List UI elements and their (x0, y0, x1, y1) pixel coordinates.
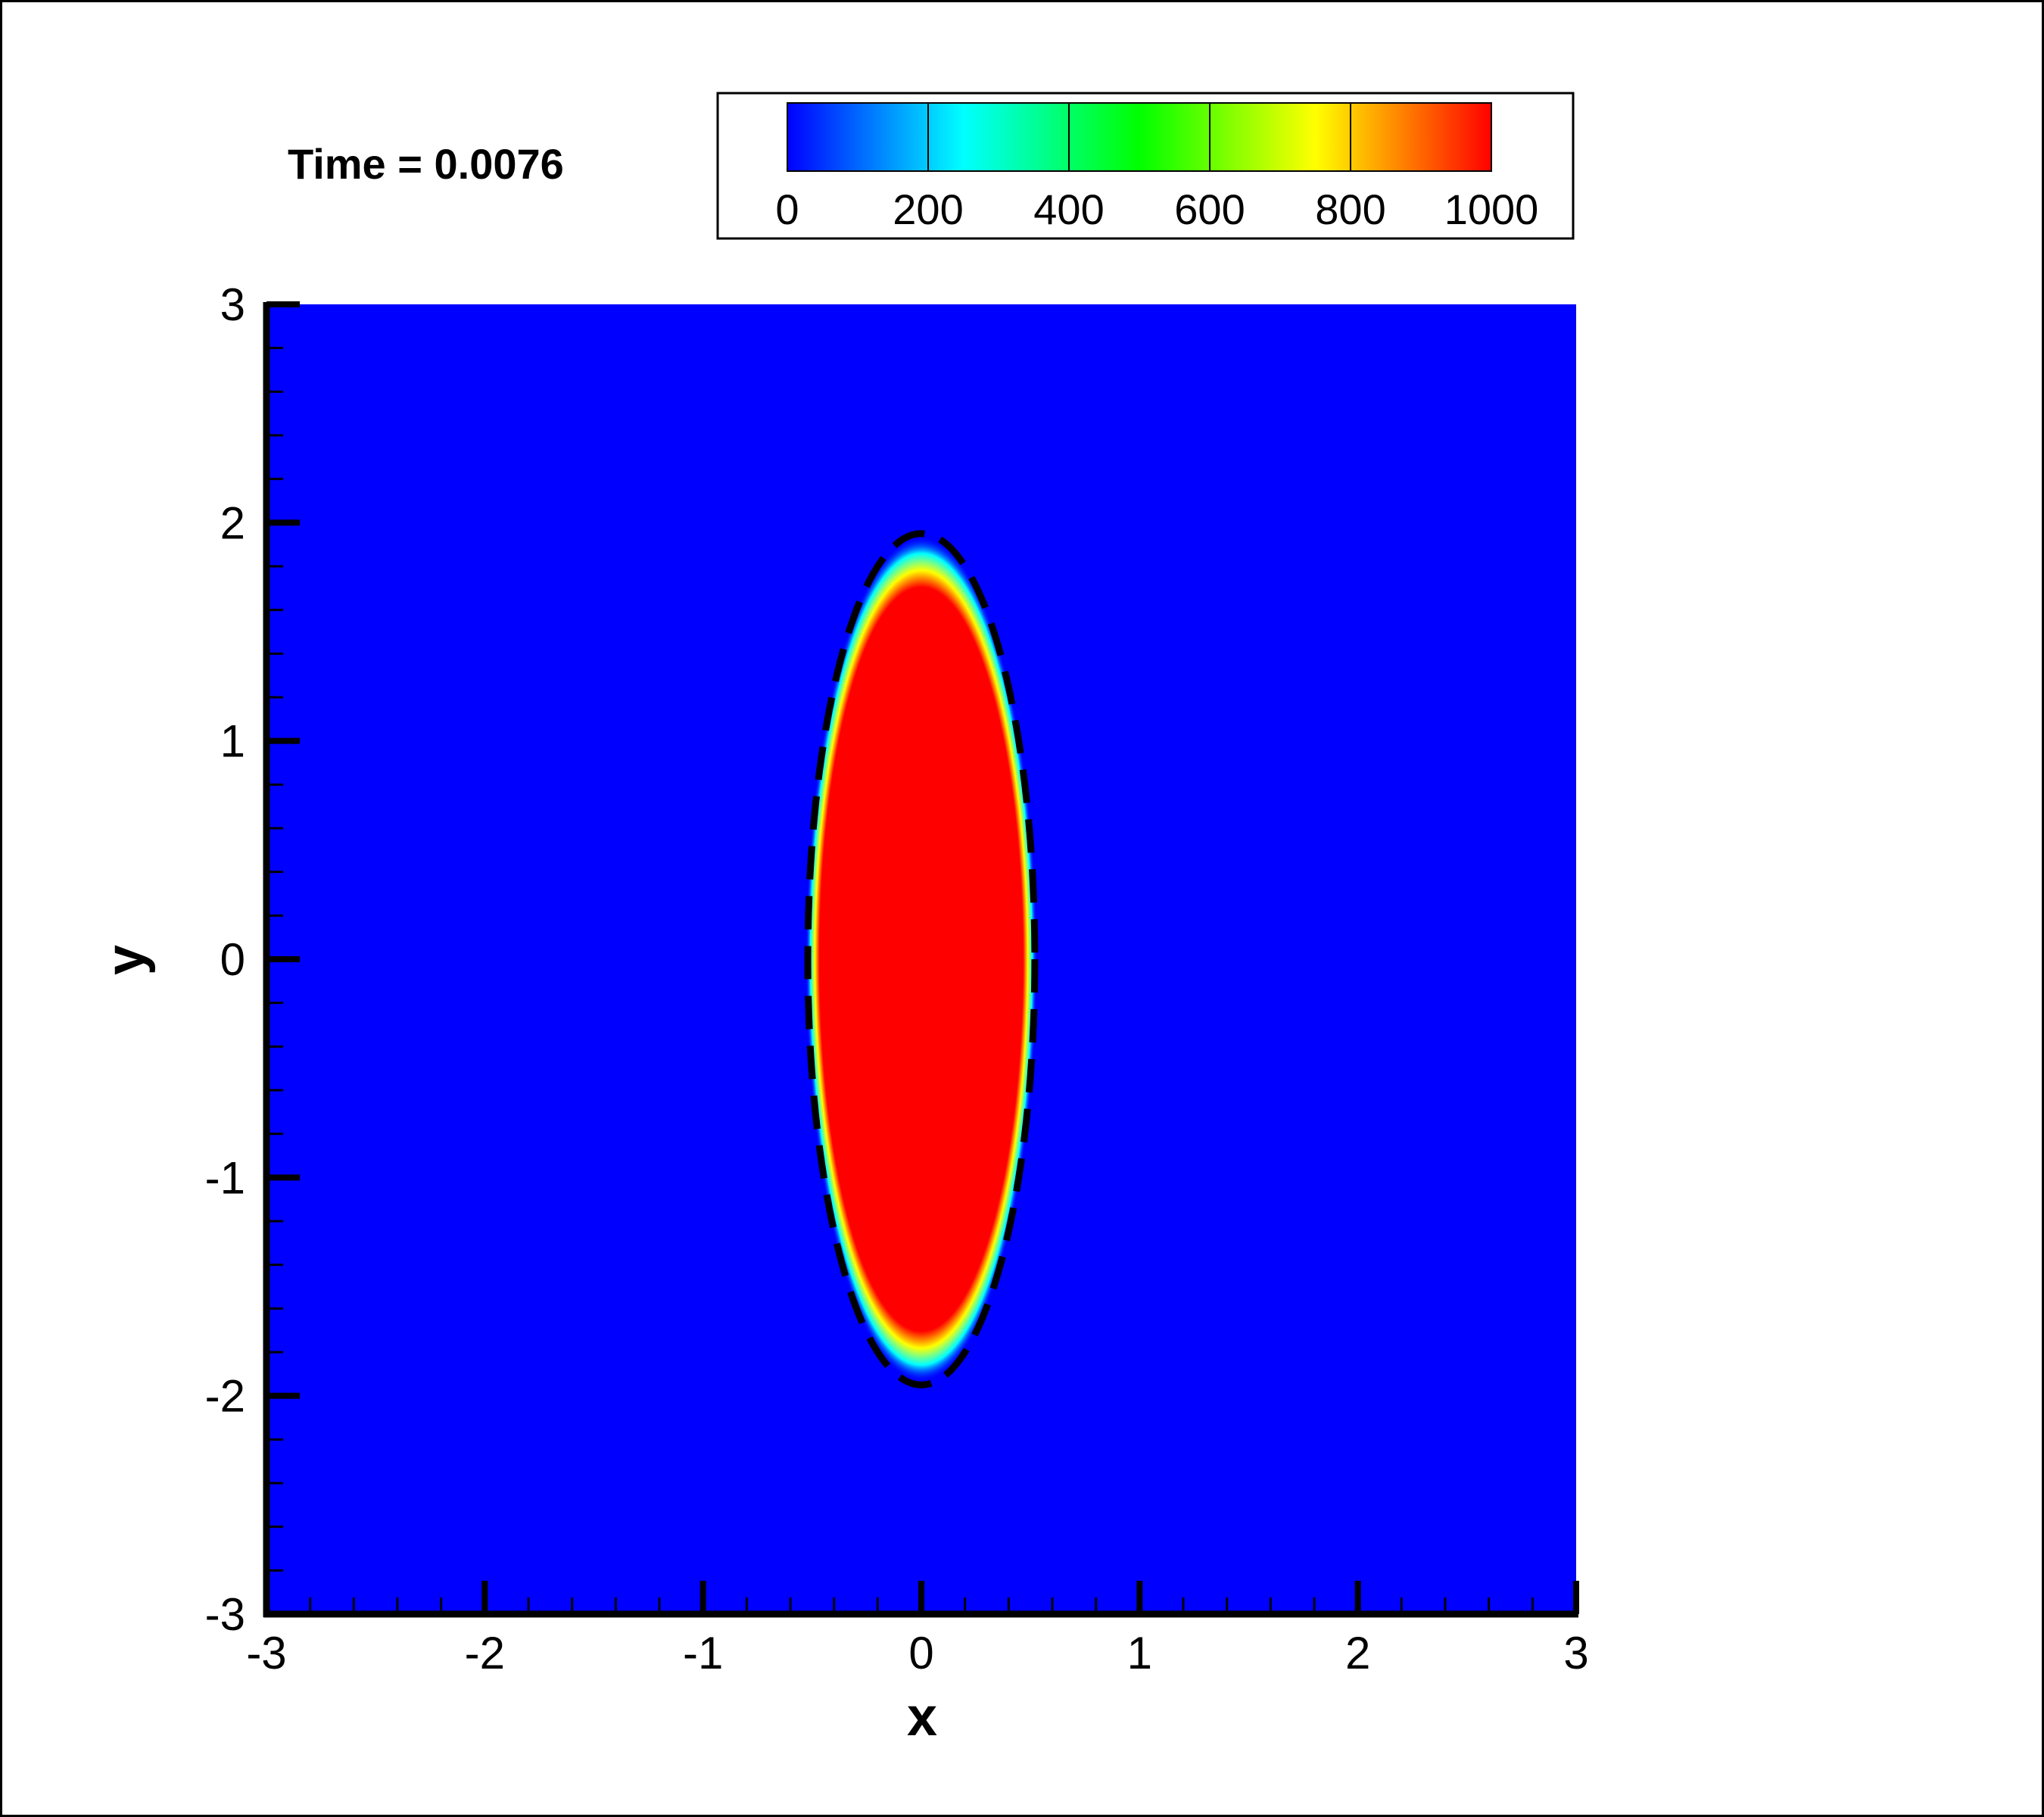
y-tick-label: -3 (205, 1589, 245, 1640)
colorbar-tick-label: 1000 (1444, 185, 1539, 233)
x-tick-label: -2 (465, 1628, 505, 1678)
x-tick-label: 0 (908, 1628, 933, 1678)
colorbar-tick-label: 800 (1315, 185, 1385, 233)
x-axis-title: x (907, 1687, 937, 1747)
y-tick-label: 0 (220, 934, 245, 985)
x-tick-label: 2 (1345, 1628, 1370, 1678)
colorbar-gradient (787, 102, 1492, 172)
x-tick-label: -1 (683, 1628, 723, 1678)
x-tick-label: -3 (246, 1628, 286, 1678)
colorbar-tick-label: 400 (1033, 185, 1104, 233)
y-tick-label: 2 (220, 497, 245, 548)
time-label: Time = 0.0076 (288, 140, 564, 188)
y-tick-label: -1 (205, 1152, 245, 1203)
colorbar-tick-label: 600 (1174, 185, 1245, 233)
y-tick-label: -2 (205, 1371, 245, 1422)
x-tick-label: 1 (1127, 1628, 1152, 1678)
y-tick-label: 3 (220, 279, 245, 330)
y-axis-title: y (95, 945, 156, 975)
plot-area: -3 -2 -1 0 1 2 3 -3 -2 -1 0 1 2 3 (205, 279, 1589, 1678)
x-tick-label: 3 (1563, 1628, 1588, 1678)
contour-plot: Time = 0.0076 0 200 400 600 800 1000 -3 -2 -1 0 1… (95, 92, 1589, 1747)
y-tick-label: 1 (220, 716, 245, 767)
colorbar-tick-label: 200 (893, 185, 963, 233)
colorbar-legend: 0 200 400 600 800 1000 (716, 92, 1575, 240)
colorbar-tick-label: 0 (775, 185, 799, 233)
